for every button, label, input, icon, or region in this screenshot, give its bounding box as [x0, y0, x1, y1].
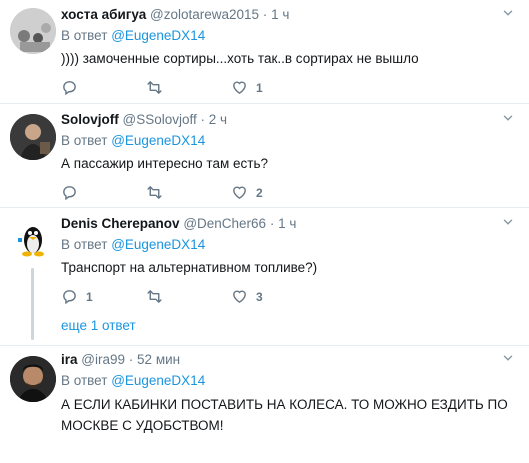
retweet-button[interactable]: [146, 184, 231, 201]
reply-icon: [61, 79, 78, 96]
like-count: 1: [256, 80, 263, 95]
author-handle[interactable]: @DenCher66: [183, 216, 266, 231]
reply-count: 1: [86, 289, 93, 304]
reply-tweet[interactable]: Solovjoff @SSolovjoff · 2 ч В ответ @Eug…: [0, 104, 529, 208]
reply-prefix: В ответ: [61, 237, 108, 252]
avatar[interactable]: [10, 114, 56, 160]
more-options-icon[interactable]: [501, 111, 515, 125]
author-name[interactable]: хоста абигуа: [61, 7, 146, 22]
separator: ·: [269, 216, 275, 231]
tweet-text: Транспорт на альтернативном топливе?): [61, 260, 318, 275]
reply-icon: [61, 288, 78, 305]
author-name[interactable]: Solovjoff: [61, 112, 119, 127]
author-name[interactable]: ira: [61, 352, 78, 367]
timestamp[interactable]: 1 ч: [278, 216, 296, 231]
avatar[interactable]: [10, 218, 56, 264]
retweet-button[interactable]: [146, 79, 231, 96]
tweet-text: )))) замоченные сортиры...хоть так..в со…: [61, 51, 419, 66]
reply-tweet[interactable]: ira @ira99 · 52 мин В ответ @EugeneDX14 …: [0, 346, 529, 463]
author-handle[interactable]: @SSolovjoff: [123, 112, 197, 127]
separator: ·: [200, 112, 206, 127]
more-options-icon[interactable]: [501, 351, 515, 365]
tweet-text: А ЕСЛИ КАБИНКИ ПОСТАВИТЬ НА КОЛЕСА. ТО М…: [61, 397, 508, 433]
avatar[interactable]: [10, 8, 56, 54]
reply-context: В ответ @EugeneDX14: [61, 236, 519, 254]
separator: ·: [262, 7, 268, 22]
show-more-replies-link[interactable]: еще 1 ответ: [61, 318, 136, 333]
thread-line: [31, 268, 34, 340]
reply-to-link[interactable]: @EugeneDX14: [111, 373, 205, 388]
retweet-icon: [146, 288, 163, 305]
reply-to-link[interactable]: @EugeneDX14: [111, 237, 205, 252]
author-handle[interactable]: @zolotarewa2015: [150, 7, 259, 22]
like-icon: [231, 184, 248, 201]
timestamp[interactable]: 2 ч: [209, 112, 227, 127]
like-count: 2: [256, 185, 263, 200]
like-button[interactable]: 2: [231, 184, 316, 201]
author-name[interactable]: Denis Cherepanov: [61, 216, 180, 231]
like-button[interactable]: 3: [231, 288, 316, 305]
more-options-icon[interactable]: [501, 215, 515, 229]
reply-to-link[interactable]: @EugeneDX14: [111, 133, 205, 148]
separator: ·: [128, 352, 134, 367]
reply-icon: [61, 184, 78, 201]
avatar[interactable]: [10, 356, 56, 402]
author-handle[interactable]: @ira99: [81, 352, 125, 367]
reply-tweet[interactable]: Denis Cherepanov @DenCher66 · 1 ч В отве…: [0, 208, 529, 346]
tweet-text: А пассажир интересно там есть?: [61, 156, 268, 171]
reply-prefix: В ответ: [61, 373, 108, 388]
reply-context: В ответ @EugeneDX14: [61, 27, 519, 45]
reply-to-link[interactable]: @EugeneDX14: [111, 28, 205, 43]
reply-context: В ответ @EugeneDX14: [61, 132, 519, 150]
reply-prefix: В ответ: [61, 28, 108, 43]
reply-button[interactable]: 1: [61, 288, 146, 305]
retweet-button[interactable]: [146, 288, 231, 305]
like-button[interactable]: 1: [231, 79, 316, 96]
reply-button[interactable]: [61, 79, 146, 96]
retweet-icon: [146, 184, 163, 201]
reply-context: В ответ @EugeneDX14: [61, 372, 519, 390]
retweet-icon: [146, 79, 163, 96]
reply-tweet[interactable]: хоста абигуа @zolotarewa2015 · 1 ч В отв…: [0, 0, 529, 104]
reply-prefix: В ответ: [61, 133, 108, 148]
timestamp[interactable]: 52 мин: [137, 352, 180, 367]
like-icon: [231, 79, 248, 96]
timestamp[interactable]: 1 ч: [271, 7, 289, 22]
like-icon: [231, 288, 248, 305]
reply-button[interactable]: [61, 184, 146, 201]
more-options-icon[interactable]: [501, 6, 515, 20]
like-count: 3: [256, 289, 263, 304]
